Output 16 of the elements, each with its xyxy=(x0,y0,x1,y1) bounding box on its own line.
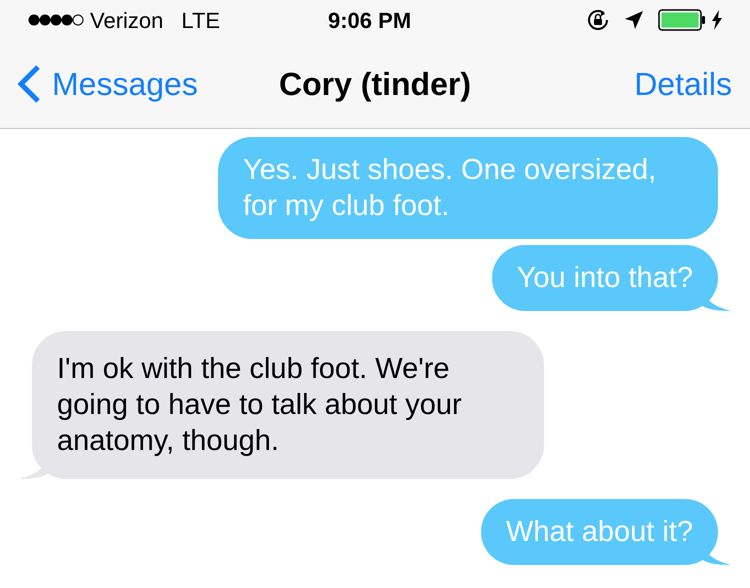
message-bubble: What about it? xyxy=(481,499,718,565)
location-arrow-icon xyxy=(624,10,644,30)
battery-icon xyxy=(658,9,706,31)
message-bubble: I'm ok with the club foot. We're going to have to talk about your anatomy, though. xyxy=(32,331,544,479)
status-time: 9:06 PM xyxy=(328,6,412,34)
message-bubble: You into that? xyxy=(492,245,718,311)
carrier-name: Verizon xyxy=(90,6,164,34)
signal-strength-icon xyxy=(28,14,84,26)
back-chevron-icon xyxy=(16,64,42,104)
details-button[interactable]: Details xyxy=(634,60,732,108)
network-type: LTE xyxy=(181,6,220,34)
conversation-title: Cory (tinder) xyxy=(279,65,471,104)
rotation-lock-icon xyxy=(586,8,610,32)
charging-bolt-icon xyxy=(712,10,722,30)
message-bubble: Yes. Just shoes. One oversized, for my club foot. xyxy=(218,137,718,239)
back-button[interactable]: Messages xyxy=(16,60,198,108)
